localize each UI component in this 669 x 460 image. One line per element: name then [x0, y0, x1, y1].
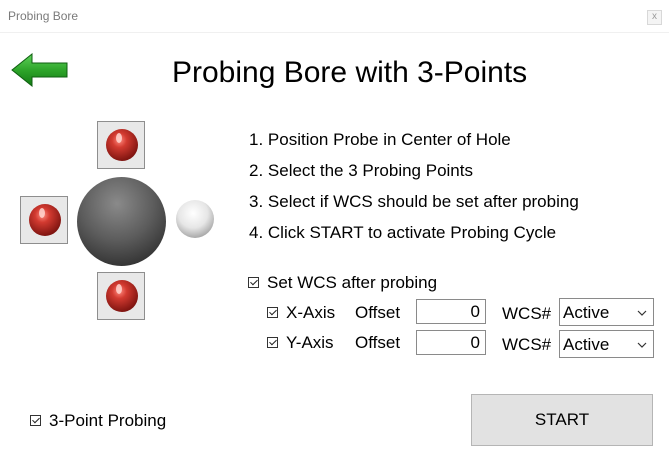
- instruction-3: 3. Select if WCS should be set after pro…: [249, 192, 579, 211]
- red-ball-icon: [106, 280, 138, 312]
- red-ball-icon: [29, 204, 61, 236]
- y-wcs-select-value: Active: [563, 335, 610, 354]
- close-icon[interactable]: x: [647, 10, 662, 25]
- probe-point-bottom-button[interactable]: [97, 272, 145, 320]
- gray-bore-sphere-icon: [77, 177, 166, 266]
- y-axis-label: Y-Axis: [286, 333, 334, 352]
- x-wcs-select-value: Active: [563, 303, 610, 322]
- green-left-arrow-icon: [11, 52, 68, 88]
- x-offset-label: Offset: [355, 303, 401, 322]
- y-offset-label: Offset: [355, 333, 401, 352]
- probe-point-left-button[interactable]: [20, 196, 68, 244]
- chevron-down-icon: [637, 310, 647, 316]
- x-offset-input[interactable]: 0: [416, 299, 486, 324]
- three-point-probing-checkbox[interactable]: [30, 415, 41, 426]
- bore-center-ball: [76, 176, 167, 272]
- window-titlebar: Probing Bore x: [0, 0, 669, 33]
- y-wcs-select[interactable]: Active: [559, 330, 654, 358]
- page-title: Probing Bore with 3-Points: [172, 56, 528, 89]
- set-wcs-label: Set WCS after probing: [267, 273, 438, 292]
- chevron-down-icon: [637, 342, 647, 348]
- x-wcs-label: WCS#: [502, 304, 552, 323]
- x-axis-checkbox[interactable]: [267, 307, 278, 318]
- instruction-1: 1. Position Probe in Center of Hole: [249, 130, 511, 149]
- probe-point-top-button[interactable]: [97, 121, 145, 169]
- window-title: Probing Bore: [8, 9, 79, 23]
- three-point-probing-label: 3-Point Probing: [49, 411, 167, 430]
- y-axis-checkbox[interactable]: [267, 337, 278, 348]
- back-button[interactable]: [11, 52, 69, 88]
- x-wcs-select[interactable]: Active: [559, 298, 654, 326]
- y-wcs-label: WCS#: [502, 335, 552, 354]
- start-button[interactable]: START: [471, 394, 653, 446]
- instruction-2: 2. Select the 3 Probing Points: [249, 161, 473, 180]
- white-ball-icon: [176, 200, 214, 238]
- instruction-4: 4. Click START to activate Probing Cycle: [249, 223, 557, 242]
- y-offset-input[interactable]: 0: [416, 330, 486, 355]
- red-ball-icon: [106, 129, 138, 161]
- probe-point-right-button[interactable]: [175, 199, 215, 244]
- x-axis-label: X-Axis: [286, 303, 336, 322]
- set-wcs-checkbox[interactable]: [248, 277, 259, 288]
